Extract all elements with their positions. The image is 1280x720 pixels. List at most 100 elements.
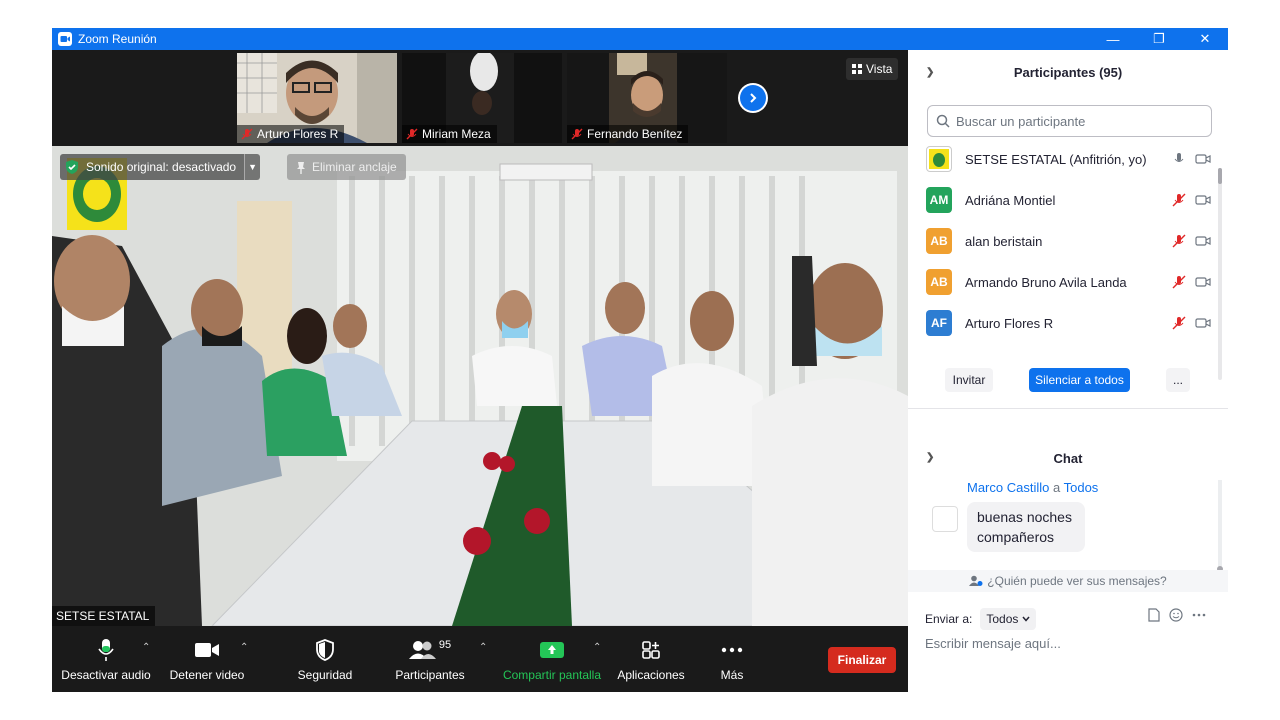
microphone-icon: [97, 636, 115, 664]
recipient-name[interactable]: Todos: [1064, 480, 1099, 495]
apps-button[interactable]: Aplicaciones: [610, 626, 692, 692]
participant-search-input[interactable]: Buscar un participante: [927, 105, 1212, 137]
chevron-up-icon[interactable]: ⌃: [240, 642, 248, 653]
search-placeholder: Buscar un participante: [956, 113, 1086, 129]
participant-row[interactable]: AB Armando Bruno Avila Landa: [926, 267, 1211, 297]
thumbnail-name-bar: Miriam Meza: [402, 125, 497, 143]
chevron-down-icon[interactable]: ▼: [244, 154, 261, 180]
grid-icon: [852, 64, 862, 74]
participant-name: Armando Bruno Avila Landa: [965, 274, 1127, 290]
send-to-row: Enviar a: Todos: [925, 608, 1037, 630]
main-video[interactable]: Sonido original: desactivado ▼ Eliminar …: [52, 146, 908, 626]
participant-row[interactable]: AB alan beristain: [926, 226, 1211, 256]
more-button[interactable]: Más: [702, 626, 762, 692]
chevron-up-icon[interactable]: ⌃: [593, 642, 601, 653]
avatar: AM: [926, 187, 952, 213]
participant-row[interactable]: AF Arturo Flores R: [926, 308, 1211, 338]
stop-video-label: Detener video: [169, 668, 245, 682]
chat-scrollbar[interactable]: [1217, 480, 1223, 572]
minimize-button[interactable]: —: [1090, 28, 1136, 50]
meeting-room-video: [52, 146, 908, 626]
video-camera-icon[interactable]: [1195, 233, 1211, 249]
apps-label: Aplicaciones: [617, 668, 685, 682]
original-sound-label: Sonido original: desactivado: [86, 160, 237, 174]
participant-thumbnail[interactable]: Fernando Benítez: [567, 53, 727, 143]
mute-button[interactable]: Desactivar audio: [60, 626, 152, 692]
file-icon[interactable]: [1148, 608, 1160, 622]
chevron-up-icon[interactable]: ⌃: [479, 642, 487, 653]
close-button[interactable]: ✕: [1182, 28, 1228, 50]
chat-message-input[interactable]: Escribir mensaje aquí...: [925, 636, 1061, 651]
participant-thumbnail[interactable]: Arturo Flores R: [237, 53, 397, 143]
end-meeting-button[interactable]: Finalizar: [828, 647, 896, 673]
speaker-name-label: SETSE ESTATAL: [52, 606, 156, 626]
muted-mic-icon[interactable]: [1171, 233, 1187, 249]
search-icon: [936, 114, 950, 128]
chevron-down-icon[interactable]: ❯: [926, 67, 934, 78]
mute-label: Desactivar audio: [61, 668, 151, 682]
video-camera-icon[interactable]: [1195, 315, 1211, 331]
zoom-logo-icon: [58, 32, 72, 46]
original-sound-badge[interactable]: Sonido original: desactivado: [60, 154, 245, 180]
scrollbar-thumb[interactable]: [1218, 168, 1222, 184]
muted-mic-icon[interactable]: [1171, 192, 1187, 208]
invite-button[interactable]: Invitar: [945, 368, 993, 392]
video-camera-icon[interactable]: [1195, 274, 1211, 290]
chat-tools: [1148, 608, 1206, 622]
unpin-button[interactable]: Eliminar anclaje: [287, 154, 406, 180]
participant-row[interactable]: AM Adriána Montiel: [926, 185, 1211, 215]
share-screen-label: Compartir pantalla: [502, 668, 602, 682]
chevron-down-icon[interactable]: ❯: [926, 452, 934, 463]
participant-name: Arturo Flores R: [965, 315, 1054, 331]
meeting-area: Arturo Flores R Miriam Meza Fernando Ben…: [52, 50, 908, 692]
restore-button[interactable]: ❐: [1136, 28, 1182, 50]
muted-mic-icon[interactable]: [1171, 315, 1187, 331]
chevron-up-icon[interactable]: ⌃: [142, 642, 150, 653]
participant-name: SETSE ESTATAL (Anfitrión, yo): [965, 151, 1147, 167]
send-to-value: Todos: [986, 612, 1019, 626]
avatar: [932, 506, 958, 532]
participants-scrollbar[interactable]: [1218, 168, 1222, 380]
muted-mic-icon[interactable]: [1171, 274, 1187, 290]
zoom-window: Zoom Reunión — ❐ ✕ Arturo Flores R Miria…: [52, 28, 1228, 692]
original-sound-control[interactable]: Sonido original: desactivado ▼: [60, 154, 261, 180]
more-dots-icon: [721, 636, 743, 664]
security-button[interactable]: Seguridad: [284, 626, 366, 692]
message-sender: Marco Castillo a Todos: [967, 480, 1098, 495]
avatar: AB: [926, 269, 952, 295]
participant-thumbnail[interactable]: Miriam Meza: [402, 53, 562, 143]
unpin-label: Eliminar anclaje: [312, 160, 397, 174]
more-options-button[interactable]: ...: [1166, 368, 1190, 392]
participant-row[interactable]: SETSE ESTATAL (Anfitrión, yo): [926, 144, 1211, 174]
participants-button[interactable]: 95 Participantes: [386, 626, 474, 692]
divider: [908, 408, 1228, 409]
who-can-see-label: ¿Quién puede ver sus mensajes?: [987, 574, 1167, 588]
microphone-icon[interactable]: [1171, 151, 1187, 167]
muted-mic-icon: [406, 128, 418, 140]
more-dots-icon[interactable]: [1192, 613, 1206, 617]
send-to-select[interactable]: Todos: [980, 608, 1037, 630]
sender-to-separator: a: [1052, 480, 1061, 495]
thumbnail-name-bar: Arturo Flores R: [237, 125, 345, 143]
chevron-right-icon: [740, 85, 766, 111]
video-camera-icon: [194, 636, 220, 664]
chevron-down-icon: [1022, 616, 1030, 622]
mute-all-button[interactable]: Silenciar a todos: [1029, 368, 1130, 392]
who-can-see-link[interactable]: ¿Quién puede ver sus mensajes?: [908, 570, 1228, 592]
title-bar: Zoom Reunión — ❐ ✕: [52, 28, 1228, 50]
next-page-button[interactable]: [738, 83, 768, 113]
share-screen-icon: [539, 636, 565, 664]
view-button[interactable]: Vista: [846, 58, 899, 80]
video-camera-icon[interactable]: [1195, 151, 1211, 167]
share-screen-button[interactable]: Compartir pantalla: [498, 626, 606, 692]
avatar: AB: [926, 228, 952, 254]
send-to-label: Enviar a:: [925, 612, 973, 626]
emoji-icon[interactable]: [1169, 608, 1183, 622]
stop-video-button[interactable]: Detener video: [164, 626, 250, 692]
participant-name: Adriána Montiel: [965, 192, 1056, 208]
thumbnail-name: Miriam Meza: [422, 127, 491, 141]
sender-name[interactable]: Marco Castillo: [967, 480, 1049, 495]
video-camera-icon[interactable]: [1195, 192, 1211, 208]
thumbnail-name: Arturo Flores R: [257, 127, 339, 141]
shield-check-icon: [66, 160, 78, 174]
